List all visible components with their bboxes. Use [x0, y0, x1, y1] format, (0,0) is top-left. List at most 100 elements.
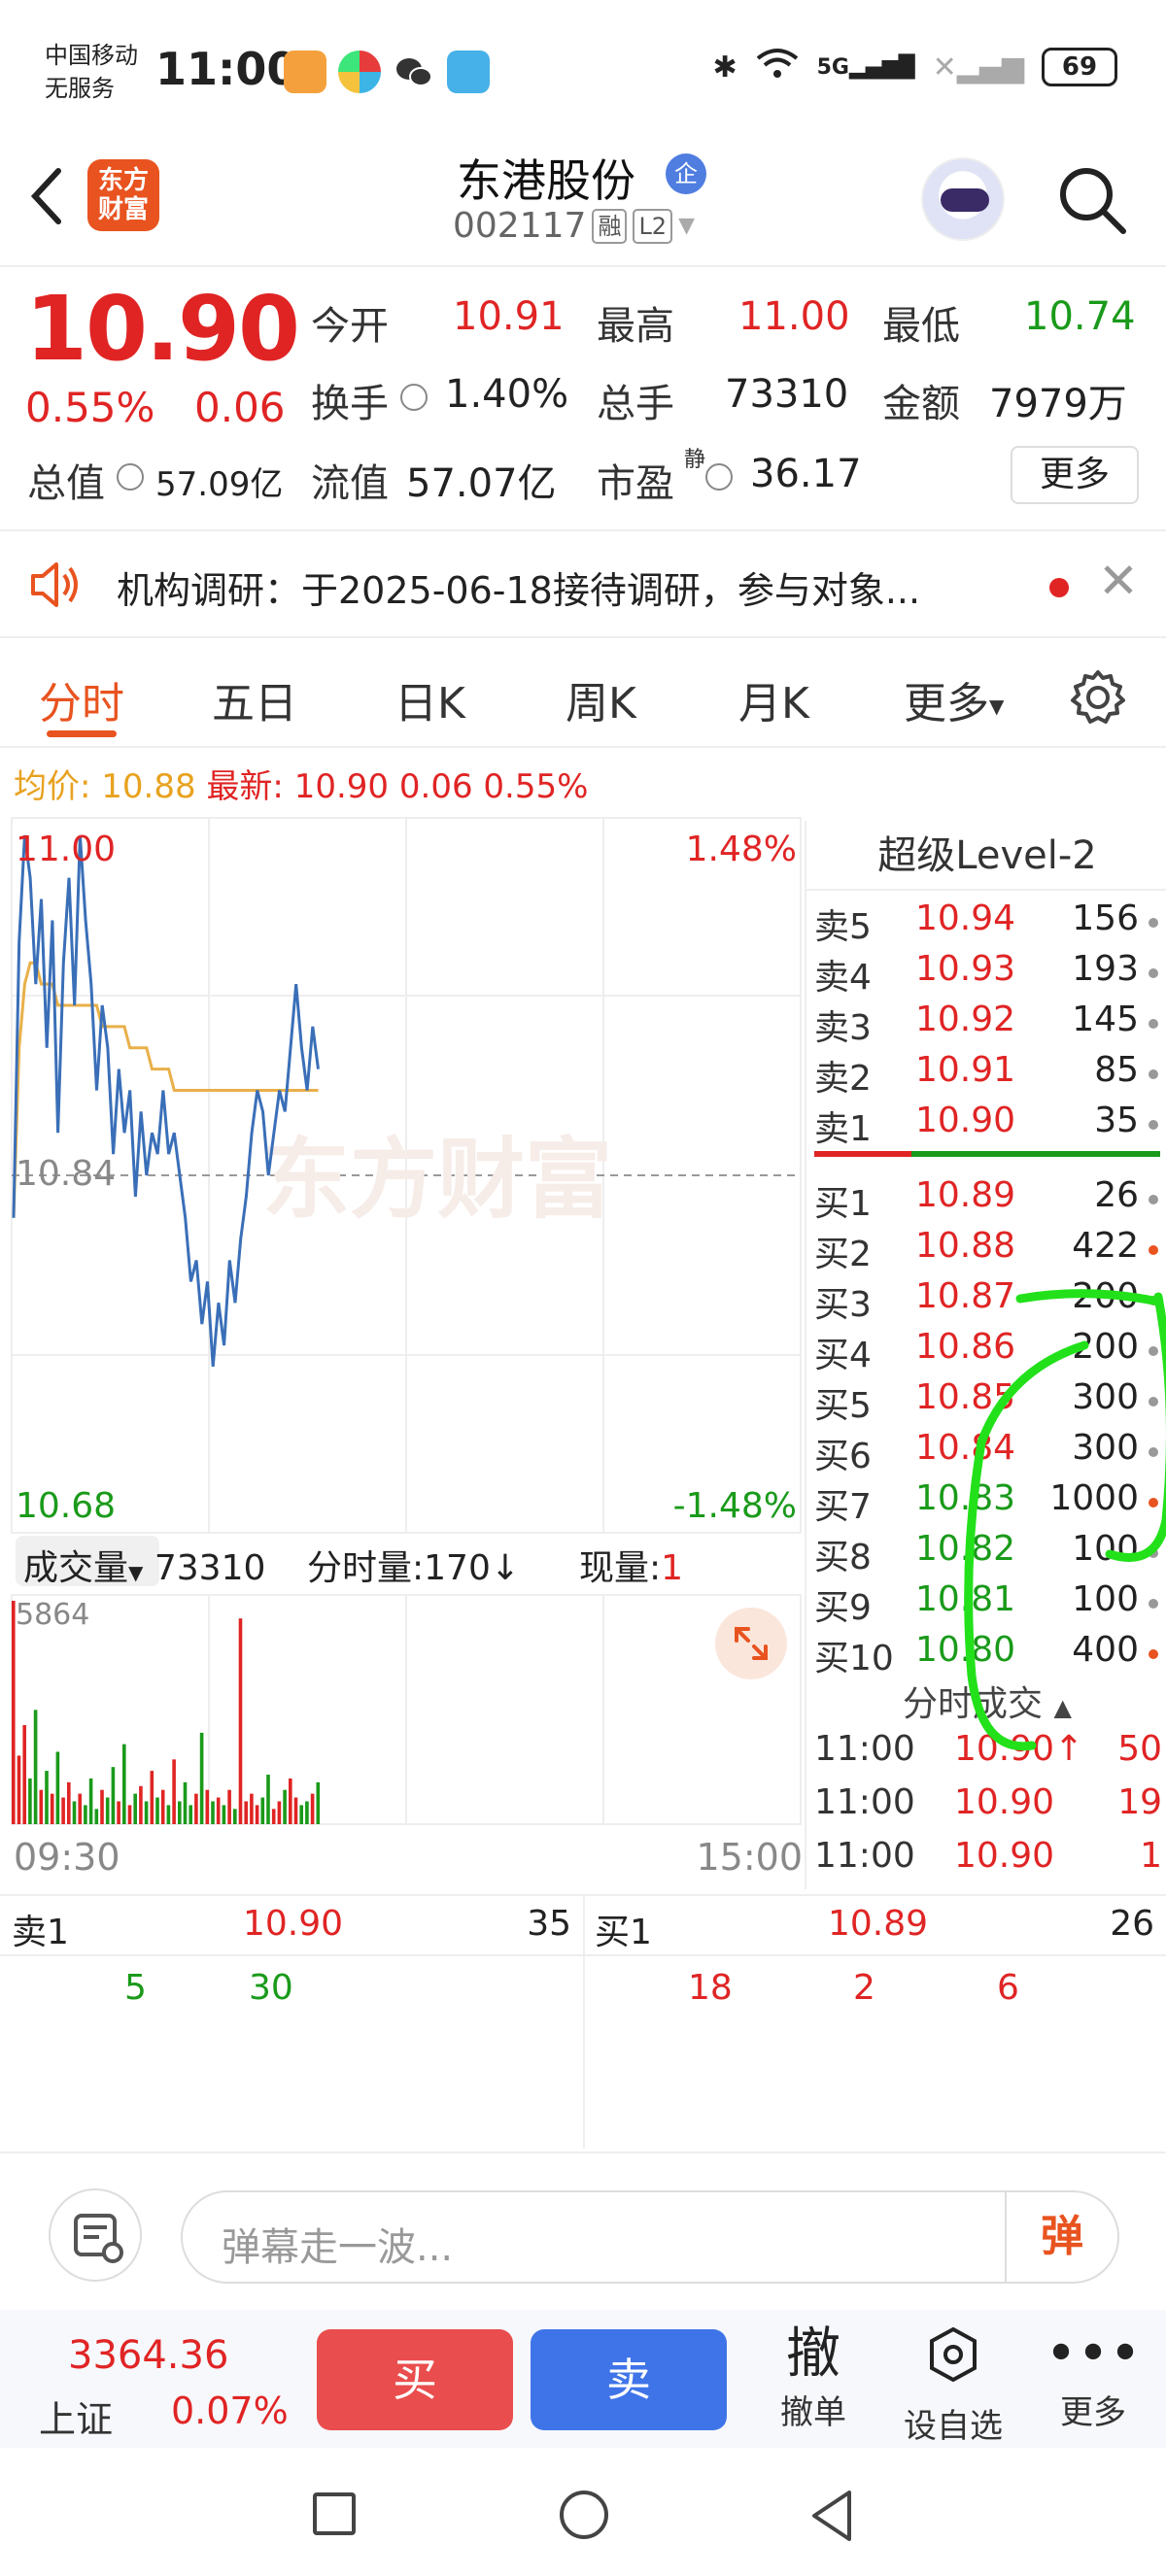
cancel-label: 撤单: [780, 2393, 846, 2432]
volume-bar: [189, 1805, 192, 1824]
sell1-qty: 35: [527, 1904, 571, 1944]
volume-bar: [250, 1793, 254, 1824]
assistant-robot-icon[interactable]: [921, 157, 1005, 241]
danmaku-send-button[interactable]: 弹: [1005, 2192, 1117, 2282]
expand-icon[interactable]: [715, 1608, 787, 1679]
more-dots-icon: •••: [1045, 2322, 1142, 2386]
home-icon[interactable]: [560, 2491, 608, 2539]
sell1-price: 10.90: [243, 1904, 344, 1944]
sell-order: 5: [124, 1968, 147, 2008]
tab-daily-k[interactable]: 日K: [394, 668, 465, 730]
volume-bar: [155, 1797, 159, 1824]
sell1-label: 卖1: [12, 1913, 69, 1952]
tab-more[interactable]: 更多▼: [904, 668, 1004, 730]
volume-bar: [310, 1793, 315, 1824]
tab-intraday[interactable]: 分时: [39, 668, 124, 730]
status-bar: 中国移动 无服务 11:00 ✱ 5G▂▄▆█ ✕▂▄▆ 69: [0, 0, 1166, 146]
watermark: 东方财富: [262, 1129, 612, 1231]
bluetooth-icon: ✱: [712, 50, 737, 85]
volume-bar: [233, 1809, 237, 1824]
level-label: 买9: [814, 1588, 872, 1628]
volume-bar: [122, 1744, 126, 1824]
battery-icon: 69: [1042, 48, 1117, 86]
level-label: 买1: [814, 1184, 872, 1224]
volume-bar: [78, 1793, 82, 1824]
buy-button[interactable]: 买: [317, 2329, 513, 2430]
level-label: 卖4: [814, 958, 872, 998]
volume-bar: [100, 1789, 104, 1824]
cancel-order-button[interactable]: 撤 撤单: [760, 2323, 867, 2433]
current-price: 10.90: [25, 277, 300, 381]
info-icon[interactable]: [117, 463, 144, 491]
dropdown-triangle-icon: ▼: [678, 214, 695, 238]
active-tab-indicator: [47, 730, 117, 737]
danmaku-settings-icon[interactable]: [49, 2188, 142, 2282]
strip-divider: [583, 1896, 585, 2149]
price-chart-svg: 东方财富: [11, 817, 802, 1534]
brand-logo[interactable]: 东方财富: [87, 159, 159, 231]
latest-percent: 0.55%: [483, 767, 589, 806]
volume-bar: [67, 1781, 71, 1824]
buy1-price: 10.89: [828, 1904, 929, 1944]
latest-change: 0.06: [398, 767, 473, 806]
back-icon[interactable]: [27, 165, 66, 241]
x-end-label: 15:00: [696, 1836, 803, 1879]
danmaku-input[interactable]: 弹幕走一波... 弹: [181, 2190, 1119, 2284]
stock-name[interactable]: 东港股份: [457, 146, 635, 210]
level-tag: L2: [633, 208, 673, 244]
volume-bar: [105, 1797, 110, 1824]
minute-volume: 分时量:170↓: [307, 1540, 520, 1590]
wechat-icon: [393, 51, 435, 93]
volume-chart[interactable]: 成交量▼ 73310 分时量:170↓ 现量:1 5864 09:30 15:0…: [10, 1536, 803, 1889]
x-start-label: 09:30: [14, 1836, 120, 1879]
close-icon[interactable]: ✕: [1098, 553, 1139, 609]
more-actions-button[interactable]: ••• 更多: [1040, 2323, 1147, 2433]
volume-bar: [244, 1801, 248, 1824]
reader-app-icon: [447, 51, 490, 93]
volume-bar: [111, 1767, 116, 1824]
index-name[interactable]: 上证: [39, 2390, 113, 2443]
level-label: 卖1: [814, 1109, 872, 1149]
high-value: 11.00: [738, 294, 850, 339]
pct-top-label: 1.48%: [685, 830, 797, 869]
system-nav-bar: [0, 2450, 1166, 2576]
volume-bar: [178, 1801, 182, 1824]
volume-bar: [150, 1771, 154, 1824]
volume-max-label: 5864: [16, 1598, 90, 1632]
turnover-value: 1.40%: [445, 372, 569, 417]
more-quote-button[interactable]: 更多: [1011, 446, 1139, 504]
dropdown-triangle-icon: ▼: [128, 1561, 144, 1584]
info-icon[interactable]: [400, 384, 428, 411]
volume-bar: [266, 1775, 270, 1824]
stock-code-line[interactable]: 002117 融 L2 ▼: [453, 206, 695, 246]
research-notice[interactable]: 机构调研：于2025-06-18接待调研，参与对象... ✕: [0, 529, 1166, 638]
buy-order: 2: [853, 1968, 875, 2008]
index-value[interactable]: 3364.36: [68, 2333, 228, 2378]
search-icon[interactable]: [1053, 161, 1131, 239]
volume-total: 73310: [154, 1548, 266, 1588]
recent-apps-icon[interactable]: [313, 2492, 356, 2535]
volume-bar: [289, 1778, 292, 1824]
volume-bar: [222, 1805, 226, 1824]
info-icon[interactable]: [705, 463, 733, 491]
sell-button[interactable]: 卖: [531, 2329, 727, 2430]
tab-monthly-k[interactable]: 月K: [738, 668, 809, 730]
buy1-qty: 26: [1110, 1904, 1154, 1944]
level2-panel: 超级Level-2 卖5 10.94 156 卖4 10.93 193 卖3 10.92 145…: [805, 821, 1166, 1889]
current-volume-value: 1: [661, 1548, 684, 1588]
back-nav-icon[interactable]: [808, 2489, 855, 2547]
volume-label: 成交量: [23, 1548, 129, 1588]
change-value: 0.06: [194, 384, 286, 431]
tab-five-day[interactable]: 五日: [212, 668, 297, 730]
gear-icon[interactable]: [1069, 668, 1127, 727]
volume-bar: [160, 1789, 165, 1824]
chart-tabs: 分时 五日 日K 周K 月K 更多▼: [0, 641, 1166, 748]
volume-bar: [50, 1793, 54, 1824]
index-percent: 0.07%: [171, 2390, 289, 2432]
volume-bar: [17, 1755, 21, 1824]
intraday-chart[interactable]: 东方财富 11.00 10.84 10.68 1.48% -1.48%: [10, 816, 803, 1535]
float-value: 57.07亿: [406, 461, 557, 506]
add-watchlist-button[interactable]: 设自选: [900, 2323, 1007, 2447]
high-label: 最高: [597, 304, 674, 349]
tab-weekly-k[interactable]: 周K: [566, 668, 636, 730]
